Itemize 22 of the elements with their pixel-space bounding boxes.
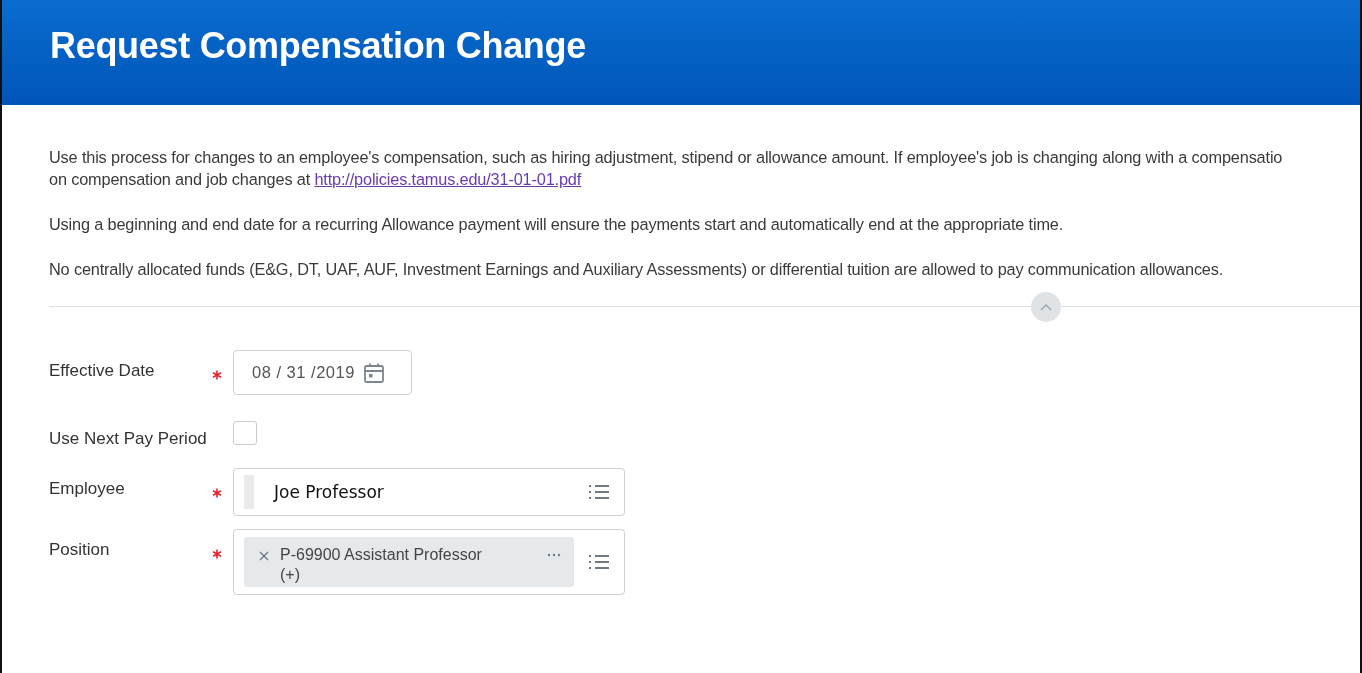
checkbox[interactable] bbox=[233, 421, 257, 445]
close-icon[interactable] bbox=[258, 550, 270, 562]
field-label: Employee bbox=[49, 479, 126, 499]
ellipsis-icon[interactable] bbox=[546, 552, 562, 558]
employee-field[interactable]: Joe Professor bbox=[233, 468, 625, 516]
intro-paragraph: Use this process for changes to an employee's compensation, such as hiring adjustment, stipend or allowance amount. If employee's job is changing along with a compensatio on compensation and job changes at http://policies.tamus.edu/31-01-01.pdf bbox=[49, 147, 1284, 190]
chip-text: P-69900 Assistant Professor bbox=[280, 545, 483, 565]
page-title: Request Compensation Change bbox=[50, 24, 586, 67]
position-chip[interactable]: P-69900 Assistant Professor (+) bbox=[244, 537, 574, 587]
field-label: Use Next Pay Period bbox=[49, 429, 208, 449]
list-icon bbox=[588, 483, 610, 501]
chip-text: (+) bbox=[280, 565, 301, 585]
field-label: Effective Date bbox=[49, 361, 156, 381]
note-paragraph: Using a beginning and end date for a recurring Allowance payment will ensure the payments start and automatically end at the appropriate time. bbox=[49, 214, 1065, 235]
position-field[interactable]: P-69900 Assistant Professor (+) bbox=[233, 529, 625, 595]
chevron-up-icon bbox=[1040, 303, 1052, 311]
policy-link[interactable]: http://policies.tamus.edu/31-01-01.pdf bbox=[314, 170, 582, 188]
field-label: Position bbox=[49, 540, 111, 560]
date-field[interactable]: 08 / 31 /2019 bbox=[233, 350, 412, 395]
calendar-icon bbox=[362, 361, 385, 384]
note-paragraph: No centrally allocated funds (E&G, DT, UAF, AUF, Investment Earnings and Auxiliary Assessments) or differential tuition are allowed to pay communication allowances. bbox=[49, 259, 1225, 280]
list-icon bbox=[588, 553, 610, 571]
